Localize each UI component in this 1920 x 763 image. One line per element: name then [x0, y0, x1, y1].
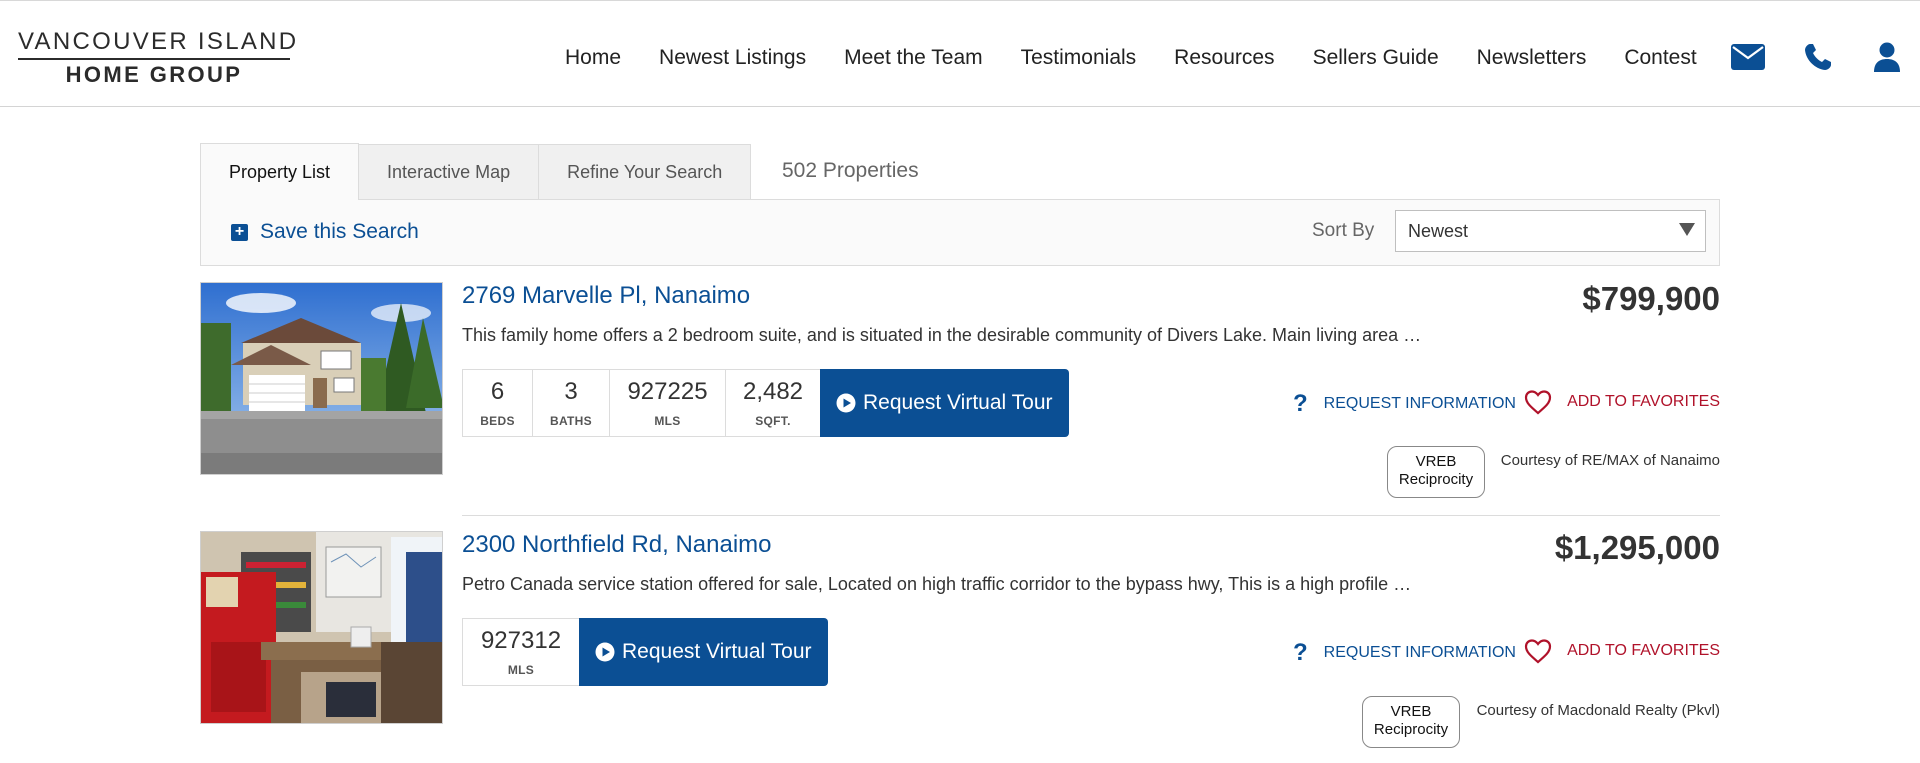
add-to-favorites-label: ADD TO FAVORITES: [1567, 642, 1720, 659]
tab-property-list[interactable]: Property List: [200, 143, 360, 200]
sort-select[interactable]: Newest: [1395, 210, 1706, 252]
stat-value: 927225: [627, 378, 708, 405]
listing-card: 2300 Northfield Rd, Nanaimo Petro Canada…: [200, 529, 1720, 763]
listing-description: This family home offers a 2 bedroom suit…: [462, 325, 1422, 345]
stat-label: SQFT.: [755, 414, 791, 428]
search-toolbar: + Save this Search Sort By Newest: [200, 199, 1720, 266]
listing-stats: 927312 MLS Request Virtual Tour: [462, 618, 828, 686]
stat-mls: 927225 MLS: [609, 369, 726, 437]
play-circle-icon: [836, 393, 856, 413]
badge-line1: VREB: [1415, 453, 1457, 470]
brand-logo[interactable]: VANCOUVER ISLAND HOME GROUP: [18, 28, 299, 87]
badge-line2: Reciprocity: [1398, 471, 1474, 488]
listing-address[interactable]: 2769 Marvelle Pl, Nanaimo: [462, 282, 750, 310]
main-nav: Home Newest Listings Meet the Team Testi…: [565, 43, 1697, 73]
nav-newsletters[interactable]: Newsletters: [1477, 46, 1587, 70]
user-icon[interactable]: [1869, 39, 1905, 75]
stat-sqft: 2,482 SQFT.: [725, 369, 821, 437]
request-virtual-tour-button[interactable]: Request Virtual Tour: [820, 369, 1069, 437]
stat-value: 927312: [480, 627, 562, 654]
brand-line1: VANCOUVER ISLAND: [18, 28, 299, 55]
stat-value: 3: [564, 378, 578, 405]
listing-photo[interactable]: [200, 531, 443, 724]
stat-value: 2,482: [742, 378, 804, 405]
add-to-favorites-label: ADD TO FAVORITES: [1567, 393, 1720, 410]
save-search-button[interactable]: + Save this Search: [231, 220, 419, 244]
listing-courtesy: Courtesy of RE/MAX of Nanaimo: [1500, 452, 1720, 469]
listing-description: Petro Canada service station offered for…: [462, 574, 1412, 594]
property-count: 502 Properties: [782, 159, 919, 182]
nav-contest[interactable]: Contest: [1624, 46, 1696, 70]
question-icon: ?: [1293, 390, 1308, 417]
request-virtual-tour-button[interactable]: Request Virtual Tour: [579, 618, 828, 686]
stat-baths: 3 BATHS: [532, 369, 610, 437]
request-information-link[interactable]: ? REQUEST INFORMATION: [1293, 390, 1516, 418]
add-to-favorites-link[interactable]: ADD TO FAVORITES: [1524, 638, 1720, 664]
nav-sellers-guide[interactable]: Sellers Guide: [1313, 46, 1439, 70]
envelope-icon[interactable]: [1730, 39, 1766, 75]
stat-value: 6: [490, 378, 505, 405]
listing-address[interactable]: 2300 Northfield Rd, Nanaimo: [462, 531, 772, 559]
stat-label: BATHS: [550, 414, 592, 428]
view-tabs: Property List Interactive Map Refine You…: [200, 143, 752, 200]
sort-value: Newest: [1408, 221, 1469, 241]
nav-home[interactable]: Home: [565, 46, 621, 70]
stat-label: BEDS: [480, 414, 515, 428]
listing-stats: 6 BEDS 3 BATHS 927225 MLS 2,482 SQFT. Re…: [462, 369, 1069, 437]
site-header: VANCOUVER ISLAND HOME GROUP Home Newest …: [0, 1, 1920, 107]
tab-interactive-map[interactable]: Interactive Map: [358, 144, 540, 200]
request-information-label: REQUEST INFORMATION: [1323, 644, 1516, 661]
virtual-tour-label: Request Virtual Tour: [622, 640, 812, 663]
question-icon: ?: [1293, 639, 1308, 666]
listing-courtesy: Courtesy of Macdonald Realty (Pkvl): [1476, 702, 1720, 719]
badge-line1: VREB: [1390, 703, 1432, 720]
listing-photo[interactable]: [200, 282, 443, 475]
brand-rule: [18, 58, 290, 60]
listing-price: $799,900: [1582, 280, 1720, 317]
listing-price: $1,295,000: [1554, 529, 1720, 566]
listing-card: 2769 Marvelle Pl, Nanaimo This family ho…: [200, 280, 1720, 502]
request-information-link[interactable]: ? REQUEST INFORMATION: [1293, 639, 1516, 667]
nav-newest-listings[interactable]: Newest Listings: [659, 46, 806, 70]
stat-label: MLS: [654, 414, 681, 428]
stat-mls: 927312 MLS: [462, 618, 580, 686]
nav-testimonials[interactable]: Testimonials: [1021, 46, 1137, 70]
badge-line2: Reciprocity: [1373, 721, 1449, 738]
dropdown-arrow-icon: [1679, 223, 1695, 236]
heart-icon: [1524, 639, 1552, 664]
stat-label: MLS: [507, 663, 535, 677]
request-information-label: REQUEST INFORMATION: [1323, 395, 1516, 412]
stat-beds: 6 BEDS: [462, 369, 533, 437]
vreb-reciprocity-badge: VREB Reciprocity: [1362, 696, 1460, 748]
tab-refine-search[interactable]: Refine Your Search: [538, 144, 752, 200]
save-search-label: Save this Search: [260, 220, 419, 243]
plus-square-icon: +: [231, 223, 248, 241]
sort-label: Sort By: [1312, 220, 1375, 241]
add-to-favorites-link[interactable]: ADD TO FAVORITES: [1524, 389, 1720, 415]
nav-meet-the-team[interactable]: Meet the Team: [844, 46, 983, 70]
play-circle-icon: [595, 642, 615, 662]
heart-icon: [1524, 390, 1552, 415]
vreb-reciprocity-badge: VREB Reciprocity: [1387, 446, 1485, 498]
listing-divider: [462, 515, 1720, 516]
nav-resources[interactable]: Resources: [1174, 46, 1274, 70]
virtual-tour-label: Request Virtual Tour: [863, 391, 1053, 414]
phone-icon[interactable]: [1800, 39, 1836, 75]
brand-line2: HOME GROUP: [65, 61, 243, 87]
